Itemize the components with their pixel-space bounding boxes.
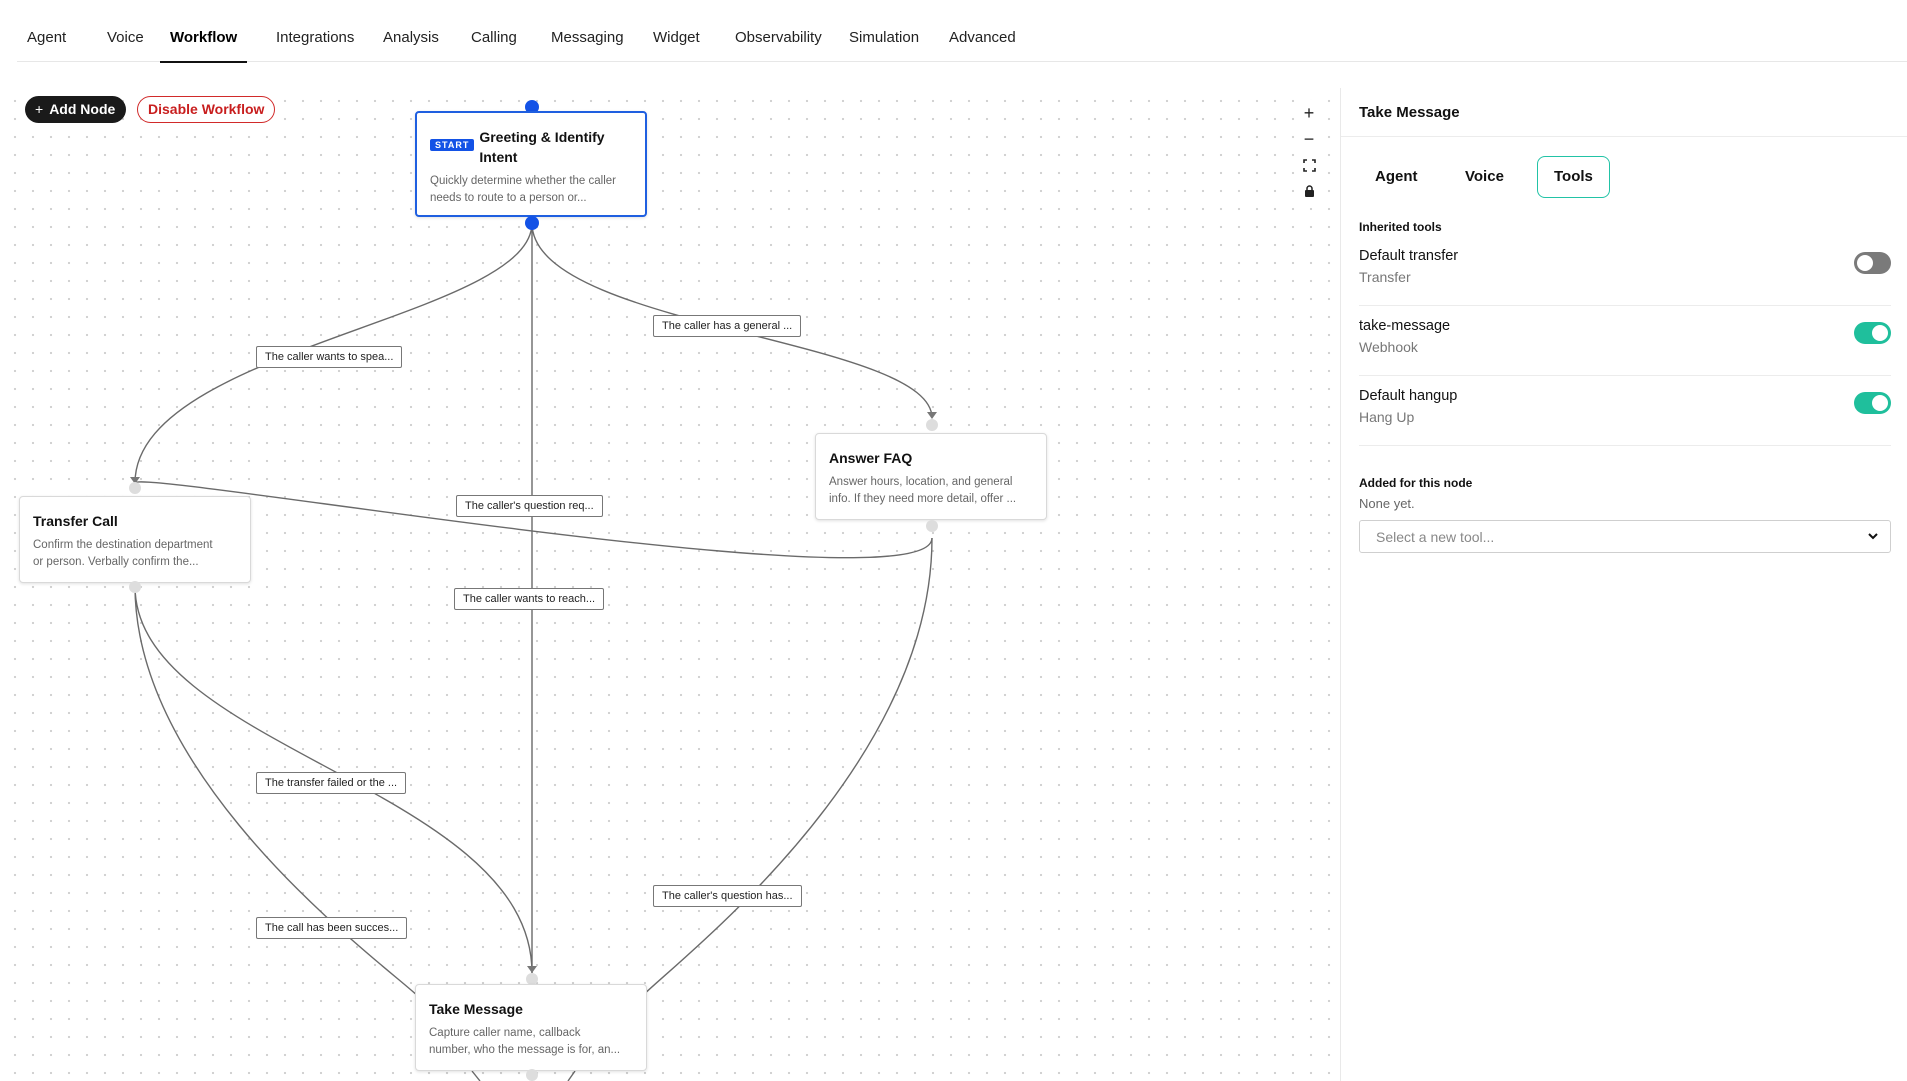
select-placeholder: Select a new tool... [1376, 529, 1495, 545]
edge-label-call-success[interactable]: The call has been succes... [256, 917, 408, 939]
edges-layer [130, 222, 937, 1081]
fit-view-icon[interactable] [1295, 152, 1323, 178]
node-description: Quickly determine whether the caller nee… [430, 175, 616, 204]
added-tools-empty: None yet. [1359, 496, 1415, 511]
tab-agent[interactable]: Agent [17, 0, 76, 62]
node-greeting-output-handle[interactable] [525, 216, 539, 230]
edge-label-general[interactable]: The caller has a general ... [653, 315, 802, 337]
toggle-knob [1872, 395, 1888, 411]
edge-label-transfer-failed[interactable]: The transfer failed or the ... [256, 772, 407, 794]
tab-voice[interactable]: Voice [97, 0, 154, 62]
tool-toggle-default-hangup[interactable] [1854, 392, 1891, 414]
add-tool-select[interactable]: Select a new tool... [1359, 520, 1891, 553]
node-greeting[interactable]: START Greeting & Identify Intent Quickly… [415, 111, 647, 217]
tool-row-default-hangup: Default hangup Hang Up [1359, 376, 1891, 446]
tool-row-take-message: take-message Webhook [1359, 306, 1891, 376]
edge-label-speak[interactable]: The caller wants to spea... [256, 346, 403, 368]
edge-label-question-req[interactable]: The caller's question req... [456, 495, 603, 517]
zoom-out-icon[interactable]: − [1295, 126, 1323, 152]
tab-advanced[interactable]: Advanced [939, 0, 1026, 62]
edge-message-out-2 [567, 1070, 576, 1081]
tab-calling[interactable]: Calling [461, 0, 527, 62]
node-title: Transfer Call [33, 513, 118, 529]
zoom-controls: + − [1295, 100, 1323, 204]
panel-title: Take Message [1359, 104, 1460, 121]
panel-tab-voice[interactable]: Voice [1449, 156, 1520, 198]
node-transfer-input-handle[interactable] [129, 482, 141, 494]
panel-divider [1341, 136, 1907, 137]
lock-icon[interactable] [1295, 178, 1323, 204]
node-answer-faq[interactable]: Answer FAQ Answer hours, location, and g… [815, 433, 1047, 520]
add-node-button[interactable]: + Add Node [25, 96, 127, 123]
edge-faq-message [639, 537, 933, 999]
tool-name: take-message [1359, 318, 1451, 334]
node-message-output-handle[interactable] [526, 1069, 538, 1081]
edge-label-question-has[interactable]: The caller's question has... [653, 885, 802, 907]
edge-message-out-1 [471, 1070, 481, 1081]
arrow-faq [927, 412, 937, 419]
node-take-message[interactable]: Take Message Capture caller name, callba… [415, 984, 647, 1071]
toggle-knob [1872, 325, 1888, 341]
tool-type: Hang Up [1359, 409, 1415, 425]
tab-workflow[interactable]: Workflow [160, 0, 248, 63]
tool-toggle-default-transfer[interactable] [1854, 252, 1891, 274]
arrow-message [527, 966, 537, 973]
node-transfer-call[interactable]: Transfer Call Confirm the destination de… [19, 496, 251, 583]
workflow-canvas[interactable]: + Add Node Disable Workflow + − START Gre… [0, 88, 1337, 1081]
added-tools-label: Added for this node [1359, 476, 1473, 490]
tab-observability[interactable]: Observability [725, 0, 832, 62]
tab-simulation[interactable]: Simulation [839, 0, 929, 62]
node-title: Take Message [429, 1001, 523, 1017]
node-title: Answer FAQ [829, 450, 913, 466]
tool-name: Default hangup [1359, 388, 1458, 404]
node-description: Answer hours, location, and general info… [829, 476, 1017, 505]
node-transfer-output-handle[interactable] [129, 581, 141, 593]
zoom-in-icon[interactable]: + [1295, 100, 1323, 126]
panel-tab-agent[interactable]: Agent [1359, 156, 1434, 198]
panel-tab-tools[interactable]: Tools [1537, 156, 1610, 198]
tool-toggle-take-message[interactable] [1854, 322, 1891, 344]
tool-name: Default transfer [1359, 248, 1459, 264]
node-settings-panel: Take Message Agent Voice Tools Inherited… [1340, 88, 1907, 1081]
node-faq-input-handle[interactable] [926, 419, 938, 431]
edge-label-reach[interactable]: The caller wants to reach... [454, 588, 605, 610]
inherited-tools-label: Inherited tools [1359, 220, 1442, 234]
tab-widget[interactable]: Widget [643, 0, 710, 62]
top-nav: Agent Voice Workflow Integrations Analys… [17, 0, 1907, 63]
tool-type: Webhook [1359, 339, 1418, 355]
plus-icon: + [35, 101, 44, 117]
toggle-knob [1857, 255, 1873, 271]
node-description: Capture caller name, callback number, wh… [429, 1027, 621, 1056]
tab-integrations[interactable]: Integrations [266, 0, 364, 62]
disable-workflow-button[interactable]: Disable Workflow [137, 96, 276, 123]
node-title: Greeting & Identify Intent [479, 129, 605, 165]
tab-analysis[interactable]: Analysis [373, 0, 449, 62]
edge-faq-transfer [134, 481, 933, 559]
start-badge: START [430, 139, 475, 151]
node-faq-output-handle[interactable] [926, 520, 938, 532]
node-description: Confirm the destination department or pe… [33, 539, 213, 568]
tool-row-default-transfer: Default transfer Transfer [1359, 236, 1891, 306]
tab-messaging[interactable]: Messaging [541, 0, 634, 62]
chevron-down-icon [1866, 529, 1880, 548]
tool-type: Transfer [1359, 269, 1411, 285]
